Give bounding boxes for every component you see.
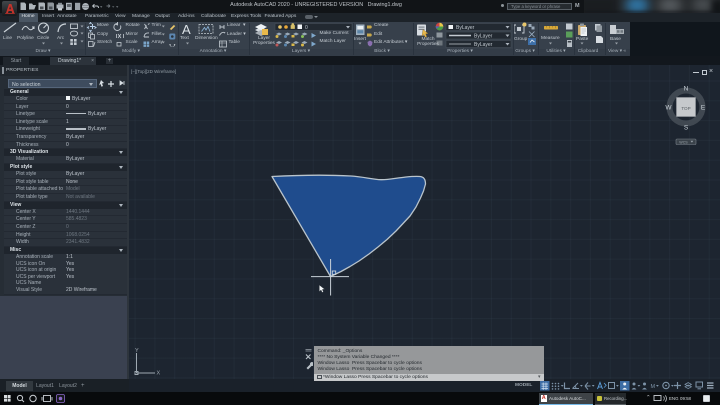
svg-text:ByLayer: ByLayer [474, 34, 493, 40]
svg-text:W: W [665, 105, 672, 112]
svg-text:ByLayer: ByLayer [474, 42, 493, 48]
svg-text:M: M [651, 384, 656, 390]
svg-text:N: N [684, 86, 689, 93]
svg-text:X: X [157, 371, 161, 377]
svg-text:WCS: WCS [679, 140, 688, 144]
svg-text:E: E [701, 105, 706, 112]
svg-text:TOP: TOP [681, 106, 690, 111]
svg-text:S: S [684, 125, 689, 132]
svg-text:0: 0 [305, 25, 308, 31]
svg-text:Y: Y [135, 348, 139, 354]
svg-text:ByLayer: ByLayer [456, 25, 475, 31]
